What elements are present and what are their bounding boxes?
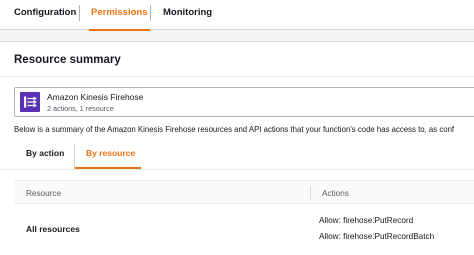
table-row-action: Allow: firehose:PutRecord — [319, 216, 414, 225]
table-row-action: Allow: firehose:PutRecordBatch — [319, 232, 435, 241]
divider — [0, 169, 474, 170]
column-header-resource[interactable]: Resource — [26, 189, 61, 198]
service-meta: 2 actions, 1 resource — [47, 104, 114, 113]
kinesis-firehose-icon — [20, 92, 40, 112]
tab-separator — [150, 5, 151, 21]
column-separator — [310, 186, 311, 200]
service-card[interactable]: Amazon Kinesis Firehose 2 actions, 1 res… — [14, 87, 474, 117]
tab-permissions-label: Permissions — [91, 7, 148, 18]
active-tab-underline — [89, 29, 150, 31]
tab-by-resource[interactable]: By resource — [86, 148, 135, 158]
summary-description: Below is a summary of the Amazon Kinesis… — [14, 125, 455, 134]
tab-permissions[interactable]: Permissions — [89, 7, 150, 31]
service-name: Amazon Kinesis Firehose — [47, 92, 144, 102]
tab-separator — [79, 5, 80, 21]
column-header-actions[interactable]: Actions — [322, 189, 349, 198]
table-header: Resource Actions — [14, 180, 474, 204]
tab-monitoring[interactable]: Monitoring — [163, 7, 212, 30]
table-row-resource: All resources — [26, 224, 80, 234]
divider — [0, 76, 474, 77]
tab-by-action[interactable]: By action — [26, 148, 64, 158]
tab-configuration[interactable]: Configuration — [14, 7, 76, 30]
panel-title: Resource summary — [14, 54, 121, 66]
top-tabs: Configuration Permissions Monitoring — [0, 0, 474, 31]
